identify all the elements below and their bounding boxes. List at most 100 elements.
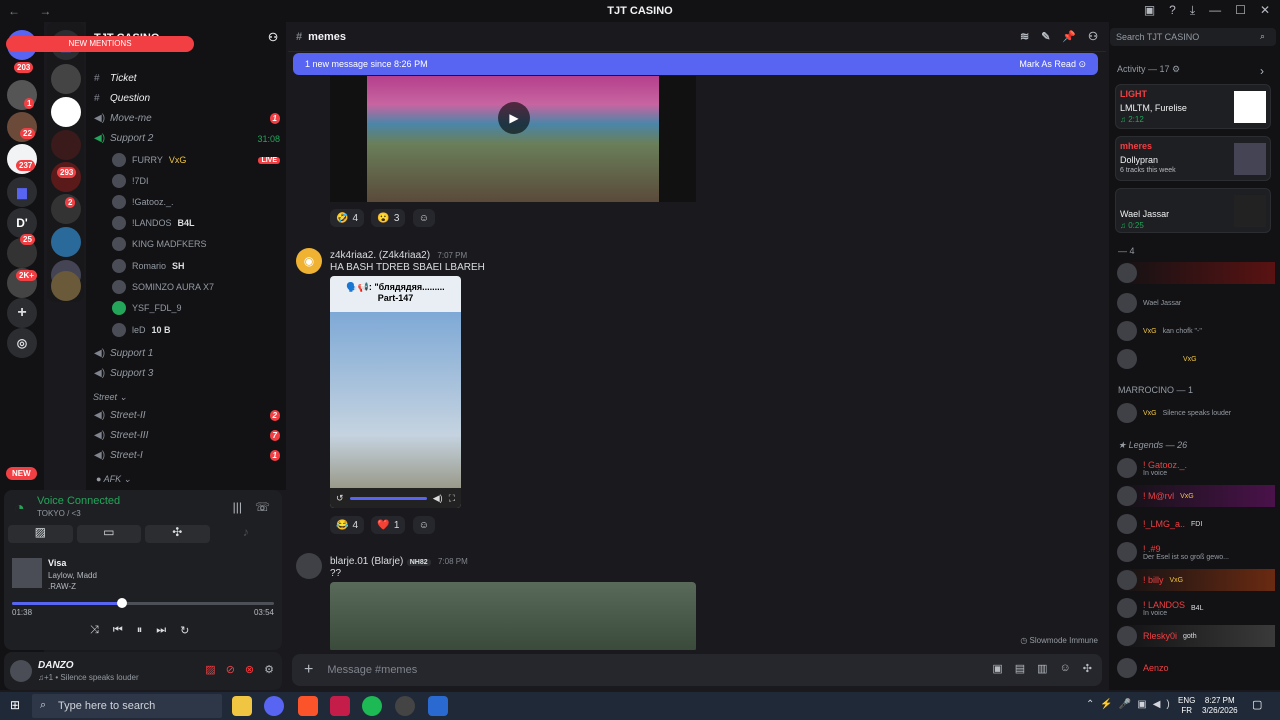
- app-icon[interactable]: [428, 696, 448, 716]
- new-mentions-pill[interactable]: NEW MENTIONS: [6, 36, 194, 52]
- help-icon[interactable]: ?: [1169, 3, 1176, 18]
- voice-user[interactable]: !LANDOS B4L: [112, 216, 280, 230]
- video-progress[interactable]: [349, 496, 427, 500]
- spotify-icon[interactable]: [362, 696, 382, 716]
- reaction[interactable]: ❤️ 1: [371, 516, 406, 534]
- member-item[interactable]: Aenzo: [1117, 657, 1275, 679]
- add-reaction-icon[interactable]: ☺: [412, 516, 435, 534]
- voice-user[interactable]: YSF_FDL_9: [112, 301, 280, 315]
- avatar[interactable]: [296, 553, 322, 579]
- app-icon[interactable]: [395, 696, 415, 716]
- download-icon[interactable]: ⤓: [1190, 3, 1195, 18]
- channel-support-2[interactable]: ◀) Support 2 31:08: [94, 133, 280, 144]
- voice-user[interactable]: KING MADFKERS: [112, 237, 280, 251]
- channel-ticket[interactable]: # Ticket: [94, 73, 280, 84]
- member-item[interactable]: VxG kan chofk "-": [1117, 320, 1275, 342]
- close-icon[interactable]: ✕: [1260, 3, 1270, 18]
- message-input[interactable]: Message #memes: [327, 664, 417, 676]
- apps-icon[interactable]: ✣: [1083, 662, 1092, 675]
- file-explorer-icon[interactable]: [232, 696, 252, 716]
- new-messages-bar[interactable]: 1 new message since 8:26 PM Mark As Read…: [293, 53, 1098, 75]
- voice-user[interactable]: !7DI: [112, 174, 280, 188]
- activities-icon[interactable]: ✣: [145, 525, 210, 543]
- activity-card[interactable]: LIGHT LMLTM, Furelise ♫ 2:12: [1115, 84, 1271, 129]
- message-author[interactable]: blarje.01 (Blarje): [330, 556, 403, 567]
- repeat-icon[interactable]: ↻: [180, 624, 189, 637]
- deafen-icon[interactable]: ⊗: [245, 663, 254, 676]
- server-icon[interactable]: [51, 64, 81, 94]
- category-afk[interactable]: ● AFK ⌄: [96, 474, 131, 485]
- folder-icon[interactable]: ▆: [7, 177, 37, 207]
- category-street[interactable]: Street ⌄: [93, 392, 127, 403]
- channel-support-3[interactable]: ◀) Support 3: [94, 368, 280, 379]
- voice-user[interactable]: FURRY VxG LIVE: [112, 153, 280, 167]
- previous-icon[interactable]: ⏮: [113, 624, 123, 637]
- video-attachment[interactable]: 🗣️📢: "блядядяя......... Part-147 ↺ ◀) ⛶: [330, 276, 461, 508]
- next-icon[interactable]: ⏭: [156, 624, 166, 637]
- gear-icon[interactable]: ⚙: [264, 663, 274, 676]
- video-embed[interactable]: ▶: [330, 76, 696, 202]
- emoji-icon[interactable]: ☺: [1060, 662, 1071, 675]
- screen-share-icon[interactable]: ▭: [76, 525, 141, 543]
- message-author[interactable]: z4k4riaa2. (Z4k4riaa2): [330, 250, 430, 261]
- clock[interactable]: 8:27 PM 3/26/2026: [1202, 696, 1238, 716]
- minimize-icon[interactable]: —: [1209, 3, 1221, 18]
- language-indicator[interactable]: ENG FR: [1178, 696, 1195, 716]
- member-item[interactable]: VxG Silence speaks louder: [1117, 402, 1275, 424]
- reaction[interactable]: 🤣 4: [330, 209, 365, 227]
- maximize-icon[interactable]: ☐: [1235, 3, 1246, 18]
- gift-icon[interactable]: ▣: [992, 662, 1002, 675]
- voice-channel[interactable]: TOKYO / <3: [37, 509, 81, 518]
- discord-icon[interactable]: [264, 696, 284, 716]
- mark-as-read-button[interactable]: Mark As Read ⊙: [1019, 59, 1086, 70]
- member-item[interactable]: [1117, 262, 1275, 284]
- image-attachment[interactable]: [330, 582, 696, 650]
- channel-street-ii[interactable]: ◀) Street-II 2: [94, 410, 280, 421]
- threads-icon[interactable]: ≋: [1020, 30, 1029, 43]
- mute-icon[interactable]: ⊘: [226, 663, 235, 676]
- channel-street-i[interactable]: ◀) Street-I 1: [94, 450, 280, 461]
- member-item[interactable]: Wael Jassar: [1117, 292, 1275, 314]
- channel-street-iii[interactable]: ◀) Street-III 7: [94, 430, 280, 441]
- channel-question[interactable]: # Question: [94, 93, 280, 104]
- member-item[interactable]: !_LMG_a.. FDI: [1117, 513, 1275, 535]
- add-member-icon[interactable]: ⚇: [268, 31, 278, 44]
- member-item[interactable]: ! Gatooz._. In voice: [1117, 457, 1275, 479]
- add-server-icon[interactable]: +: [7, 298, 37, 328]
- camera-off-icon[interactable]: ▨: [205, 663, 215, 676]
- tray-icons[interactable]: ⌃⚡🎤▣◀): [1086, 699, 1176, 710]
- play-icon[interactable]: ▶: [498, 102, 530, 134]
- camera-off-icon[interactable]: ▨: [8, 525, 73, 543]
- pause-icon[interactable]: ⏸: [137, 624, 143, 637]
- fullscreen-icon[interactable]: ⛶: [449, 493, 455, 504]
- add-reaction-icon[interactable]: ☺: [412, 209, 435, 227]
- waveform-icon[interactable]: |||: [233, 500, 242, 514]
- brave-icon[interactable]: [298, 696, 318, 716]
- notifications-icon[interactable]: ▢: [1252, 698, 1262, 711]
- app-icon[interactable]: [330, 696, 350, 716]
- inbox-icon[interactable]: ▣: [1144, 3, 1155, 18]
- voice-user[interactable]: Romario SH: [112, 259, 280, 273]
- reaction[interactable]: 😂 4: [330, 516, 365, 534]
- member-item[interactable]: Rlesky0i goth: [1117, 625, 1275, 647]
- attach-plus-icon[interactable]: +: [304, 661, 313, 679]
- voice-user[interactable]: !Gatooz._.: [112, 195, 280, 209]
- voice-user[interactable]: leD 10 B: [112, 323, 280, 337]
- member-item[interactable]: ! billy VxG: [1117, 569, 1275, 591]
- discover-icon[interactable]: ◎: [7, 328, 37, 358]
- volume-icon[interactable]: ◀): [433, 493, 443, 504]
- member-item[interactable]: ! LANDOS In voice B4L: [1117, 597, 1275, 619]
- voice-user[interactable]: SOMINZO AURA X7: [112, 280, 280, 294]
- chevron-right-icon[interactable]: ›: [1260, 64, 1264, 78]
- soundboard-icon[interactable]: ♪: [214, 525, 279, 543]
- new-pill[interactable]: NEW: [6, 467, 37, 480]
- track-title[interactable]: Visa: [48, 558, 66, 568]
- activity-card[interactable]: Wael Jassar ♫ 0:25: [1115, 188, 1271, 233]
- avatar[interactable]: [10, 660, 32, 682]
- channel-move-me[interactable]: ◀) Move-me 1: [94, 113, 280, 124]
- gif-icon[interactable]: ▤: [1015, 662, 1025, 675]
- server-icon[interactable]: D': [7, 208, 37, 238]
- taskbar-search[interactable]: Type here to search: [32, 694, 222, 718]
- member-item[interactable]: ! .#9 Der Esel ist so groß gewo...: [1117, 541, 1275, 563]
- avatar[interactable]: ◉: [296, 248, 322, 274]
